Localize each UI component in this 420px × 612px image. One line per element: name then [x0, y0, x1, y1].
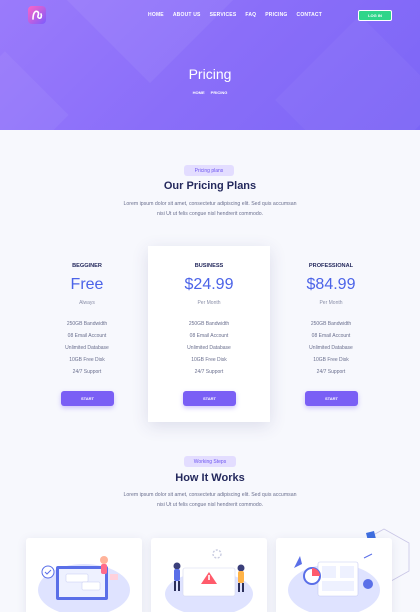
plan-card-begginer: BEGGINER Free Always 250GB Bandwidth 08 …	[26, 246, 148, 422]
plan-card-business: BUSINESS $24.99 Per Month 250GB Bandwidt…	[148, 246, 270, 422]
plan-feature: 24/7 Support	[72, 369, 102, 375]
plan-name: BEGGINER	[72, 263, 102, 269]
start-button[interactable]: START	[305, 391, 358, 406]
dashboard-illustration-icon	[288, 553, 380, 612]
plan-feature: Unlimited Database	[309, 345, 353, 351]
plan-features: 250GB Bandwidth 08 Email Account Unlimit…	[270, 318, 392, 378]
pricing-section-title: Our Pricing Plans	[163, 180, 257, 192]
steps-section-title: How It Works	[175, 472, 245, 484]
plan-feature: 10GB Free Disk	[191, 357, 227, 363]
steps-desc-line: Lorem ipsum dolor sit amet, consectetur …	[123, 492, 297, 498]
step-card-1	[26, 538, 142, 612]
start-button[interactable]: START	[61, 391, 114, 406]
plan-feature: 24/7 Support	[194, 369, 224, 375]
nav-contact[interactable]: CONTACT	[297, 12, 322, 18]
nav-pricing[interactable]: PRICING	[265, 12, 287, 18]
pricing-section-description: Lorem ipsum dolor sit amet, consectetur …	[105, 199, 315, 219]
start-button[interactable]: START	[183, 391, 236, 406]
steps-tag: Working Steps	[184, 456, 236, 467]
plan-price: Free	[70, 276, 104, 293]
plan-name: BUSINESS	[194, 263, 224, 269]
plan-period: Always	[79, 300, 95, 306]
plan-feature: 250GB Bandwidth	[310, 321, 352, 327]
laptop-illustration-icon	[38, 556, 130, 612]
plan-feature: Unlimited Database	[65, 345, 109, 351]
pricing-desc-line: Lorem ipsum dolor sit amet, consectetur …	[123, 201, 297, 207]
plan-card-professional: PROFESSIONAL $84.99 Per Month 250GB Band…	[270, 246, 392, 422]
steps-section-description: Lorem ipsum dolor sit amet, consectetur …	[105, 490, 315, 510]
brand-logo-icon[interactable]	[28, 6, 46, 24]
breadcrumb: HOME PRICING	[0, 90, 420, 95]
plan-price: $84.99	[306, 276, 356, 293]
pricing-desc-line: nisi Ut ut felis congue nisl hendrerit c…	[156, 211, 264, 217]
plan-feature: 10GB Free Disk	[69, 357, 105, 363]
plan-feature: 08 Email Account	[67, 333, 107, 339]
plan-period: Per Month	[319, 300, 343, 306]
plan-feature: 10GB Free Disk	[313, 357, 349, 363]
team-illustration-icon	[165, 549, 253, 612]
breadcrumb-home[interactable]: HOME	[193, 90, 205, 95]
plan-feature: 08 Email Account	[189, 333, 229, 339]
plan-feature: 24/7 Support	[316, 369, 346, 375]
plan-price: $24.99	[184, 276, 234, 293]
plan-features: 250GB Bandwidth 08 Email Account Unlimit…	[148, 318, 270, 378]
plan-feature: 250GB Bandwidth	[188, 321, 230, 327]
nav-home[interactable]: HOME	[148, 12, 164, 18]
plan-name: PROFESSIONAL	[308, 263, 354, 269]
plan-features: 250GB Bandwidth 08 Email Account Unlimit…	[26, 318, 148, 378]
breadcrumb-pricing: PRICING	[210, 90, 228, 95]
page-title: Pricing	[188, 66, 232, 82]
step-card-3	[276, 538, 392, 612]
main-nav: HOME ABOUT US SERVICES FAQ PRICING CONTA…	[148, 12, 322, 18]
plan-feature: 08 Email Account	[311, 333, 351, 339]
steps-desc-line: nisi Ut ut felis congue nisl hendrerit c…	[156, 502, 264, 508]
hero-banner: HOME ABOUT US SERVICES FAQ PRICING CONTA…	[0, 0, 420, 130]
plan-period: Per Month	[197, 300, 221, 306]
login-button[interactable]: LOG IN	[358, 10, 392, 21]
pricing-tag: Pricing plans	[184, 165, 234, 176]
nav-about-us[interactable]: ABOUT US	[173, 12, 201, 18]
nav-services[interactable]: SERVICES	[210, 12, 237, 18]
plan-feature: 250GB Bandwidth	[66, 321, 108, 327]
nav-faq[interactable]: FAQ	[245, 12, 256, 18]
step-card-2	[151, 538, 267, 612]
plan-feature: Unlimited Database	[187, 345, 231, 351]
